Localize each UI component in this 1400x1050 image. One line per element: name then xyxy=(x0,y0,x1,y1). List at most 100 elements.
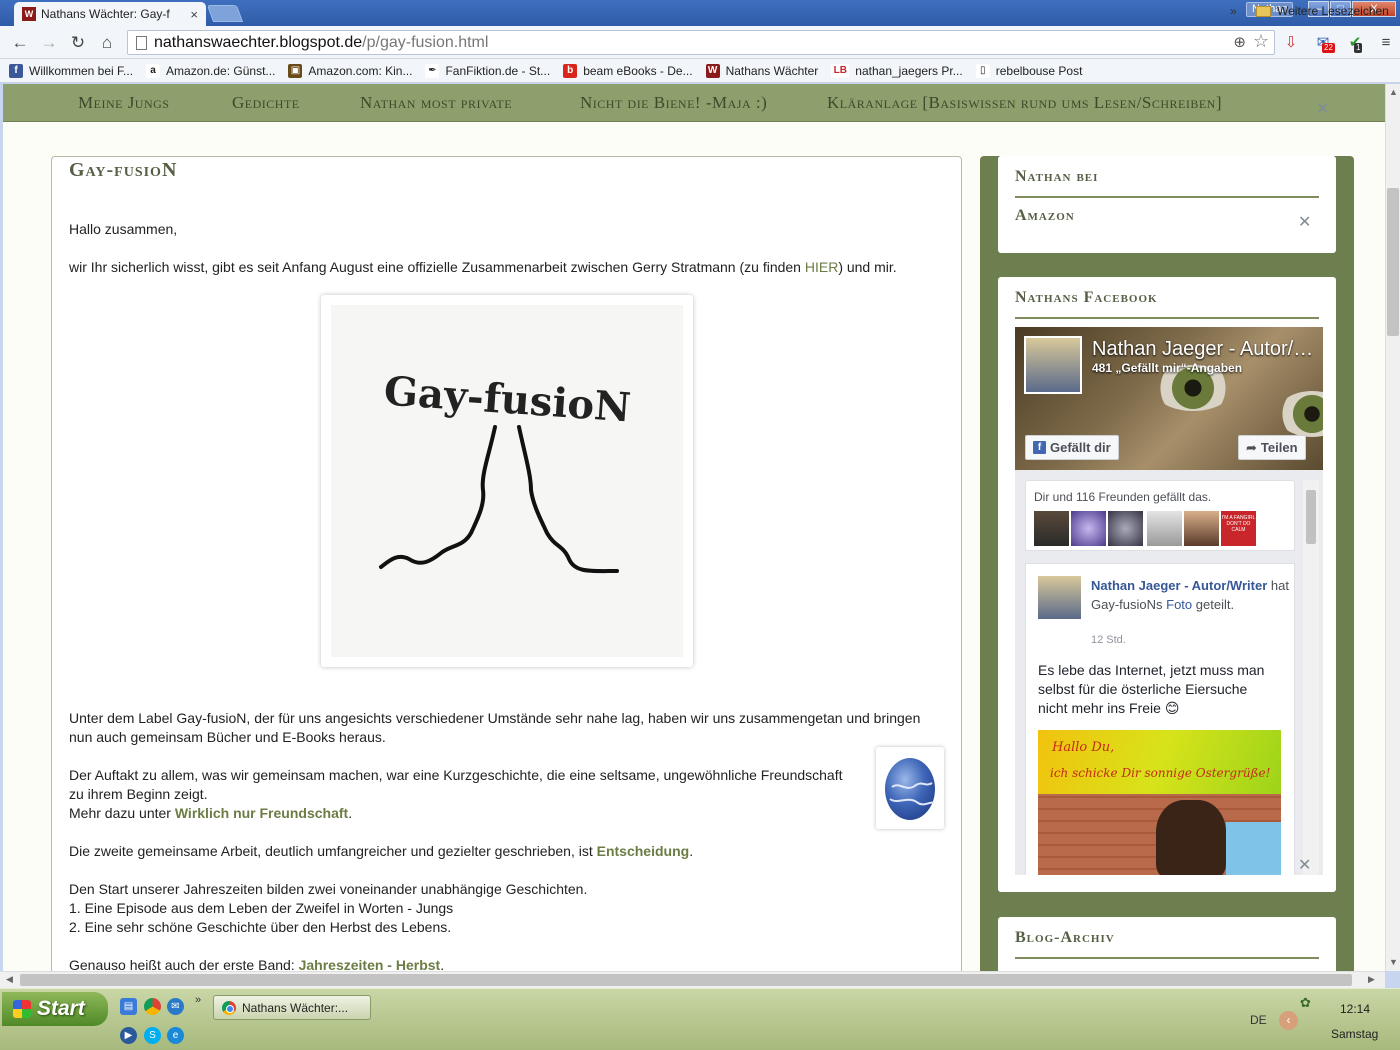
facebook-post-card: Nathan Jaeger - Autor/Writer hat Gay-fus… xyxy=(1025,563,1295,875)
logo-canvas: Gay-fusioN xyxy=(331,305,683,657)
facebook-icon: f xyxy=(9,63,23,78)
post-start-line: Den Start unserer Jahreszeiten bilden zw… xyxy=(69,881,588,897)
address-bar[interactable]: nathanswaechter.blogspot.de/p/gay-fusion… xyxy=(127,30,1275,55)
other-bookmarks-folder[interactable]: Weitere Lesezeichen xyxy=(1256,4,1389,18)
cover-eye-shape xyxy=(1277,391,1323,437)
taskbar-chrome-window[interactable]: Nathans Wächter:... xyxy=(213,995,371,1020)
bookmark-label: Amazon.de: Günst... xyxy=(166,63,276,78)
blue-egg-icon xyxy=(885,758,935,820)
forward-arrow-icon[interactable]: → xyxy=(38,32,60,54)
scroll-left-arrow-icon[interactable]: ◀ xyxy=(6,974,13,985)
back-arrow-icon[interactable]: ← xyxy=(9,32,31,54)
bookmark-item[interactable]: LB nathan_jaegers Pr... xyxy=(831,63,963,78)
nav-gedichte[interactable]: Gedichte xyxy=(232,93,300,113)
facebook-scrollbar[interactable] xyxy=(1303,480,1319,875)
internet-explorer-icon[interactable]: e xyxy=(167,1027,184,1044)
post-timestamp[interactable]: 12 Std. xyxy=(1091,634,1126,646)
edit-wrench-icon[interactable]: ✕ xyxy=(1316,99,1330,119)
chrome-quicklaunch-icon[interactable] xyxy=(144,998,161,1015)
thunderbird-icon[interactable]: ✉ xyxy=(167,998,184,1015)
clock-time[interactable]: 12:14 xyxy=(1340,1002,1370,1016)
horizontal-scroll-thumb[interactable] xyxy=(20,974,1352,986)
bookmark-item[interactable]: ✒ FanFiktion.de - St... xyxy=(425,63,550,78)
post-author-link[interactable]: Nathan Jaeger - Autor/Writer xyxy=(1091,578,1267,593)
like-button-label: Gefällt dir xyxy=(1050,440,1111,455)
home-icon[interactable]: ⌂ xyxy=(96,32,118,54)
gay-fusion-logo-image[interactable]: Gay-fusioN xyxy=(321,295,693,667)
entscheidung-link[interactable]: Entscheidung xyxy=(597,843,690,859)
friend-avatar-fangirl[interactable]: I'M A FANGIRL DON'T DO CALM xyxy=(1221,511,1256,546)
nav-nicht-die-biene[interactable]: Nicht die Biene! -Maja :) xyxy=(580,93,767,113)
language-indicator[interactable]: DE xyxy=(1250,1013,1267,1027)
blog-nav-bar: Meine Jungs Gedichte Nathan most private… xyxy=(3,84,1385,122)
facebook-page-name[interactable]: Nathan Jaeger - Autor/Writer xyxy=(1092,338,1314,361)
skype-icon[interactable]: S xyxy=(144,1027,161,1044)
post-photo-link[interactable]: Foto xyxy=(1166,597,1192,612)
post-mehr-line: Mehr dazu unter Wirklich nur Freundschaf… xyxy=(69,805,353,821)
facebook-share-button[interactable]: ➦ Teilen xyxy=(1238,435,1306,460)
bookmark-star-icon[interactable]: ☆ xyxy=(1253,31,1269,52)
friend-avatar[interactable] xyxy=(1147,511,1182,546)
scroll-right-arrow-icon[interactable]: ▶ xyxy=(1368,974,1375,985)
menu-icon[interactable]: ≡ xyxy=(1375,32,1397,54)
bookmark-label: Willkommen bei F... xyxy=(29,63,134,78)
jahreszeiten-herbst-link[interactable]: Jahreszeiten - Herbst xyxy=(299,957,441,971)
logo-text: Gay-fusioN xyxy=(382,367,632,431)
check-extension-icon[interactable]: ✔1 xyxy=(1344,32,1366,54)
clock-day: Samstag xyxy=(1331,1027,1379,1041)
widget-blog-archive: Blog-Archiv xyxy=(998,917,1336,971)
tab-title: Nathans Wächter: Gay-f xyxy=(41,7,170,21)
bookmark-item[interactable]: a Amazon.de: Günst... xyxy=(146,63,276,78)
facebook-like-button[interactable]: f Gefällt dir xyxy=(1025,435,1119,460)
download-extension-icon[interactable]: ⇩ xyxy=(1280,32,1302,54)
tray-expand-icon[interactable]: ‹ xyxy=(1279,1011,1298,1030)
post-list-item-1: 1. Eine Episode aus dem Leben der Zweife… xyxy=(69,900,454,916)
edit-wrench-icon[interactable]: ✕ xyxy=(1298,212,1311,232)
friend-avatar[interactable] xyxy=(1184,511,1219,546)
scroll-up-arrow-icon[interactable]: ▲ xyxy=(1389,87,1398,97)
facebook-page-avatar[interactable] xyxy=(1024,336,1082,394)
tab-close-icon[interactable]: × xyxy=(190,7,198,22)
zoom-icon[interactable]: ⊕ xyxy=(1233,33,1246,51)
page-vertical-scrollbar[interactable]: ▲ ▼ xyxy=(1385,84,1400,971)
widget-amazon-title-1: Nathan bei xyxy=(1015,168,1099,185)
quill-icon: ✒ xyxy=(425,63,440,78)
friend-avatar[interactable] xyxy=(1034,511,1069,546)
bookmark-item[interactable]: W Nathans Wächter xyxy=(705,63,818,78)
start-button[interactable]: Start xyxy=(2,992,108,1026)
facebook-scroll-thumb[interactable] xyxy=(1306,490,1316,544)
nav-klaeranlage[interactable]: Kläranlage [Basiswissen rund ums Lesen/S… xyxy=(827,93,1222,113)
reload-icon[interactable]: ↻ xyxy=(67,32,89,54)
bookmark-item[interactable]: ▣ Amazon.com: Kin... xyxy=(288,63,412,78)
post-label-paragraph: Unter dem Label Gay-fusioN, der für uns … xyxy=(69,710,921,745)
friend-avatar[interactable] xyxy=(1108,511,1143,546)
nav-nathan-most-private[interactable]: Nathan most private xyxy=(360,93,512,113)
mail-extension-icon[interactable]: ✉22 xyxy=(1312,32,1335,54)
nav-meine-jungs[interactable]: Meine Jungs xyxy=(78,93,169,113)
easter-egg-image[interactable] xyxy=(876,747,944,829)
wirklich-nur-freundschaft-link[interactable]: Wirklich nur Freundschaft xyxy=(175,805,348,821)
bookmark-item[interactable]: b beam eBooks - De... xyxy=(563,63,693,78)
windows-taskbar: Start ▤ ✉ » ▶ S e Nathans Wächter:... ✿ … xyxy=(0,988,1400,1050)
widget-rule xyxy=(1015,196,1319,198)
page-horizontal-scrollbar[interactable]: ◀ ▶ xyxy=(0,971,1385,988)
bookmark-item[interactable]: f Willkommen bei F... xyxy=(9,63,134,78)
scroll-down-arrow-icon[interactable]: ▼ xyxy=(1389,957,1398,967)
bookmarks-overflow-button[interactable]: » xyxy=(1230,4,1237,18)
quicklaunch-more[interactable]: » xyxy=(195,994,201,1006)
vertical-scroll-thumb[interactable] xyxy=(1387,188,1399,336)
bookmark-item[interactable]: ▯ rebelbouse Post xyxy=(975,63,1082,78)
post-easter-image[interactable]: Hallo Du, ich schicke Dir sonnige Osterg… xyxy=(1038,730,1281,875)
network-tray-icon[interactable]: ✿ xyxy=(1300,995,1311,1011)
share-button-label: Teilen xyxy=(1260,440,1298,455)
hier-link[interactable]: HIER xyxy=(805,259,838,275)
widget-facebook: Nathans Facebook Nathan Jaeger - Autor/W… xyxy=(998,277,1336,892)
post-author-avatar[interactable] xyxy=(1038,576,1081,619)
friend-avatar[interactable] xyxy=(1071,511,1106,546)
media-player-icon[interactable]: ▶ xyxy=(120,1027,137,1044)
new-tab-button[interactable] xyxy=(206,5,244,22)
browser-tab-active[interactable]: W Nathans Wächter: Gay-f × xyxy=(14,2,206,26)
edit-wrench-icon[interactable]: ✕ xyxy=(1298,855,1311,875)
show-desktop-icon[interactable]: ▤ xyxy=(120,998,137,1015)
page-viewport: Meine Jungs Gedichte Nathan most private… xyxy=(3,84,1385,971)
